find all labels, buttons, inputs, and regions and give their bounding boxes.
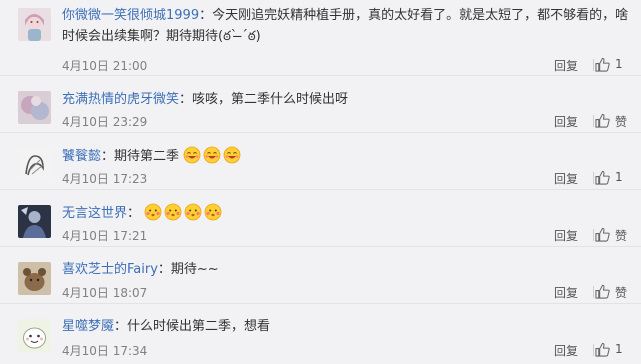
shy-emoji-icon (164, 203, 182, 221)
user-avatar[interactable] (18, 148, 51, 181)
divider (593, 59, 594, 71)
user-avatar-anime-girl-icon (18, 8, 51, 41)
comment-list: 你微微一笑很倾城1999：今天刚追完妖精种植手册，真的太好看了。就是太短了，都不… (0, 0, 641, 363)
user-avatar[interactable] (18, 262, 51, 295)
user-avatar-cartoon-icon (18, 319, 51, 352)
user-avatar-animal-icon (18, 262, 51, 295)
like-count: 1 (615, 57, 623, 71)
shy-emoji-icon (204, 203, 222, 221)
comment-text: ：咳咳，第二季什么时候出呀 (179, 92, 349, 107)
comment-username[interactable]: 喜欢芝士的Fairy (62, 262, 158, 277)
comment-actions: 回复 赞 (521, 282, 641, 306)
comment-username[interactable]: 充满热情的虎牙微笑 (62, 92, 179, 107)
user-avatar[interactable] (18, 319, 51, 352)
comment-actions: 回复 1 (521, 168, 641, 192)
user-avatar[interactable] (18, 205, 51, 238)
like-count: 赞 (615, 286, 628, 300)
comment-text-continued: 时候会出续集啊？期待期待(ఠ` ̶´ఠ) (62, 29, 261, 44)
comment-username[interactable]: 星噬梦魇 (62, 319, 114, 334)
comment-item: 星噬梦魇：什么时候出第二季，想看 4月10日 17:34 回复 1 (0, 304, 641, 363)
reply-button[interactable]: 回复 (554, 170, 578, 187)
reply-button[interactable]: 回复 (554, 113, 578, 130)
reply-button[interactable]: 回复 (554, 284, 578, 301)
comment-actions: 回复 赞 (521, 111, 641, 135)
comment-time: 4月10日 17:23 (62, 172, 148, 186)
like-button[interactable]: 赞 (595, 282, 641, 302)
user-avatar[interactable] (18, 8, 51, 41)
comment-username[interactable]: 饕餮懿 (62, 149, 101, 164)
divider (593, 229, 594, 241)
comment-username[interactable]: 无言这世界 (62, 206, 127, 221)
thumbs-up-icon (595, 170, 610, 185)
comment-item: 饕餮懿：期待第二季 4月10日 17:23 回复 1 (0, 133, 641, 190)
like-button[interactable]: 赞 (595, 225, 641, 245)
comment-actions: 回复 1 (521, 340, 641, 364)
divider (593, 286, 594, 298)
comment-text: ： (127, 206, 141, 221)
happy-emoji-icon (223, 146, 241, 164)
shy-emoji-icon (184, 203, 202, 221)
happy-emoji-icon (203, 146, 221, 164)
like-button[interactable]: 赞 (595, 111, 641, 131)
comment-item: 充满热情的虎牙微笑：咳咳，第二季什么时候出呀 4月10日 23:29 回复 赞 (0, 76, 641, 133)
comment-body: 你微微一笑很倾城1999：今天刚追完妖精种植手册，真的太好看了。就是太短了，都不… (62, 6, 628, 26)
thumbs-up-icon (595, 342, 610, 357)
like-button[interactable]: 1 (595, 55, 641, 75)
divider (593, 172, 594, 184)
divider (593, 344, 594, 356)
like-button[interactable]: 1 (595, 340, 641, 360)
comment-text: ：期待~~ (157, 262, 219, 277)
happy-emoji-icon (183, 146, 201, 164)
comment-text: ：什么时候出第二季，想看 (114, 319, 271, 334)
user-avatar-sketch-icon (18, 148, 51, 181)
like-count: 1 (615, 342, 623, 356)
comment-text: ：今天刚追完妖精种植手册，真的太好看了。就是太短了，都不够看的，啥 (199, 8, 629, 23)
like-button[interactable]: 1 (595, 168, 641, 188)
thumbs-up-icon (595, 57, 610, 72)
divider (593, 115, 594, 127)
comment-text: ：期待第二季 (101, 149, 180, 164)
comment-item: 无言这世界： 4月10日 17:21 回复 赞 (0, 190, 641, 247)
like-count: 1 (615, 170, 623, 184)
comment-item: 喜欢芝士的Fairy：期待~~ 4月10日 18:07 回复 赞 (0, 247, 641, 304)
comment-time: 4月10日 21:00 (62, 59, 148, 73)
shy-emoji-icon (144, 203, 162, 221)
reply-button[interactable]: 回复 (554, 342, 578, 359)
user-avatar-blurred-icon (18, 91, 51, 124)
comment-time: 4月10日 23:29 (62, 115, 148, 129)
comment-time: 4月10日 17:21 (62, 229, 148, 243)
reply-button[interactable]: 回复 (554, 57, 578, 74)
user-avatar[interactable] (18, 91, 51, 124)
thumbs-up-icon (595, 113, 610, 128)
comment-username[interactable]: 你微微一笑很倾城1999 (62, 8, 199, 23)
thumbs-up-icon (595, 227, 610, 242)
user-avatar-dark-icon (18, 205, 51, 238)
comment-actions: 回复 赞 (521, 225, 641, 249)
comment-time: 4月10日 18:07 (62, 286, 148, 300)
reply-button[interactable]: 回复 (554, 227, 578, 244)
comment-item: 你微微一笑很倾城1999：今天刚追完妖精种植手册，真的太好看了。就是太短了，都不… (0, 0, 641, 76)
like-count: 赞 (615, 115, 628, 129)
thumbs-up-icon (595, 284, 610, 299)
like-count: 赞 (615, 229, 628, 243)
comment-time: 4月10日 17:34 (62, 344, 148, 358)
